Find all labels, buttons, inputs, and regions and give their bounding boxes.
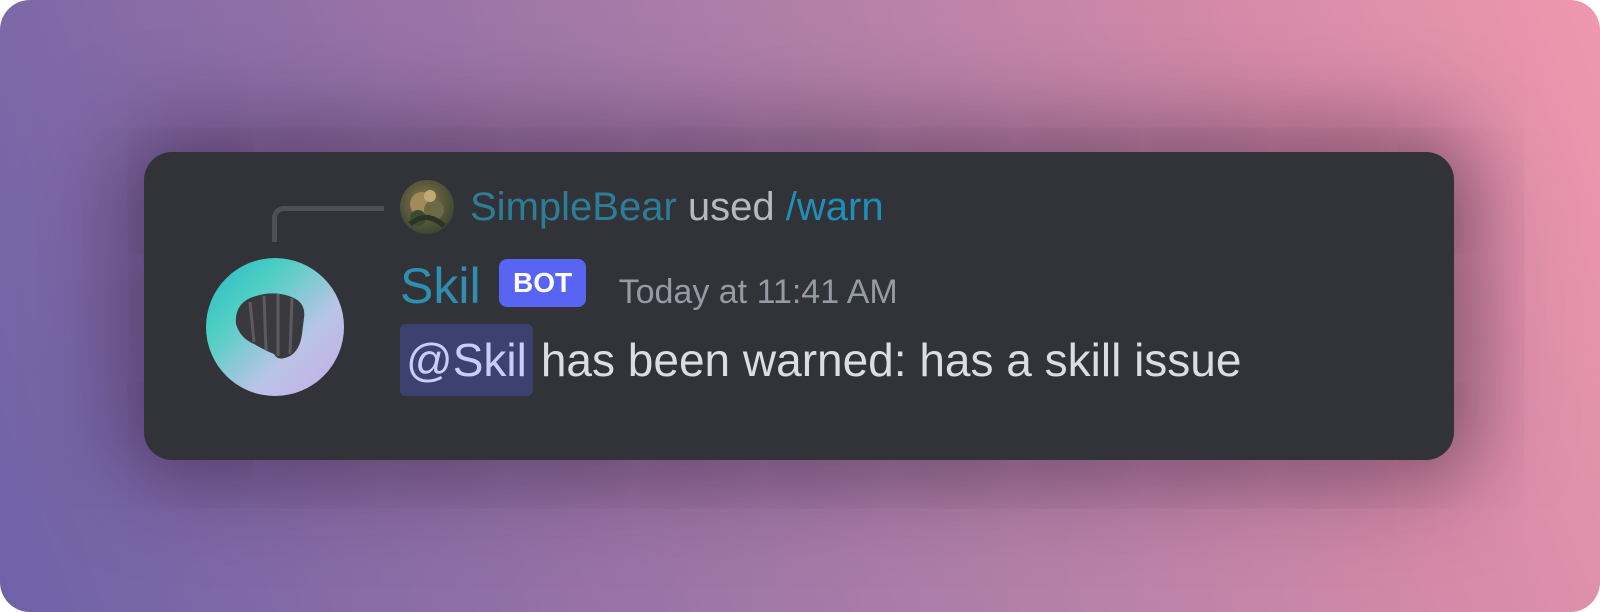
reply-username[interactable]: SimpleBear (470, 185, 677, 229)
reply-used-text: used (687, 185, 775, 229)
reply-command[interactable]: /warn (786, 185, 884, 229)
skil-avatar-icon[interactable] (206, 258, 344, 396)
user-mention[interactable]: @Skil (400, 324, 533, 396)
reply-reference[interactable]: SimpleBear used /warn (470, 182, 884, 232)
bot-badge: BOT (499, 259, 587, 307)
bear-avatar-icon[interactable] (400, 180, 454, 234)
message-text: has been warned: has a skill issue (540, 334, 1242, 386)
message-header: Skil BOT Today at 11:41 AM (400, 256, 898, 316)
message-timestamp[interactable]: Today at 11:41 AM (619, 262, 898, 322)
reply-connector-line (272, 206, 384, 242)
message-card: SimpleBear used /warn Skil BOT Today at … (144, 152, 1454, 460)
author-username[interactable]: Skil (400, 258, 481, 314)
background-frame: SimpleBear used /warn Skil BOT Today at … (0, 0, 1600, 612)
message-content: @Skil has been warned: has a skill issue (400, 324, 1241, 396)
